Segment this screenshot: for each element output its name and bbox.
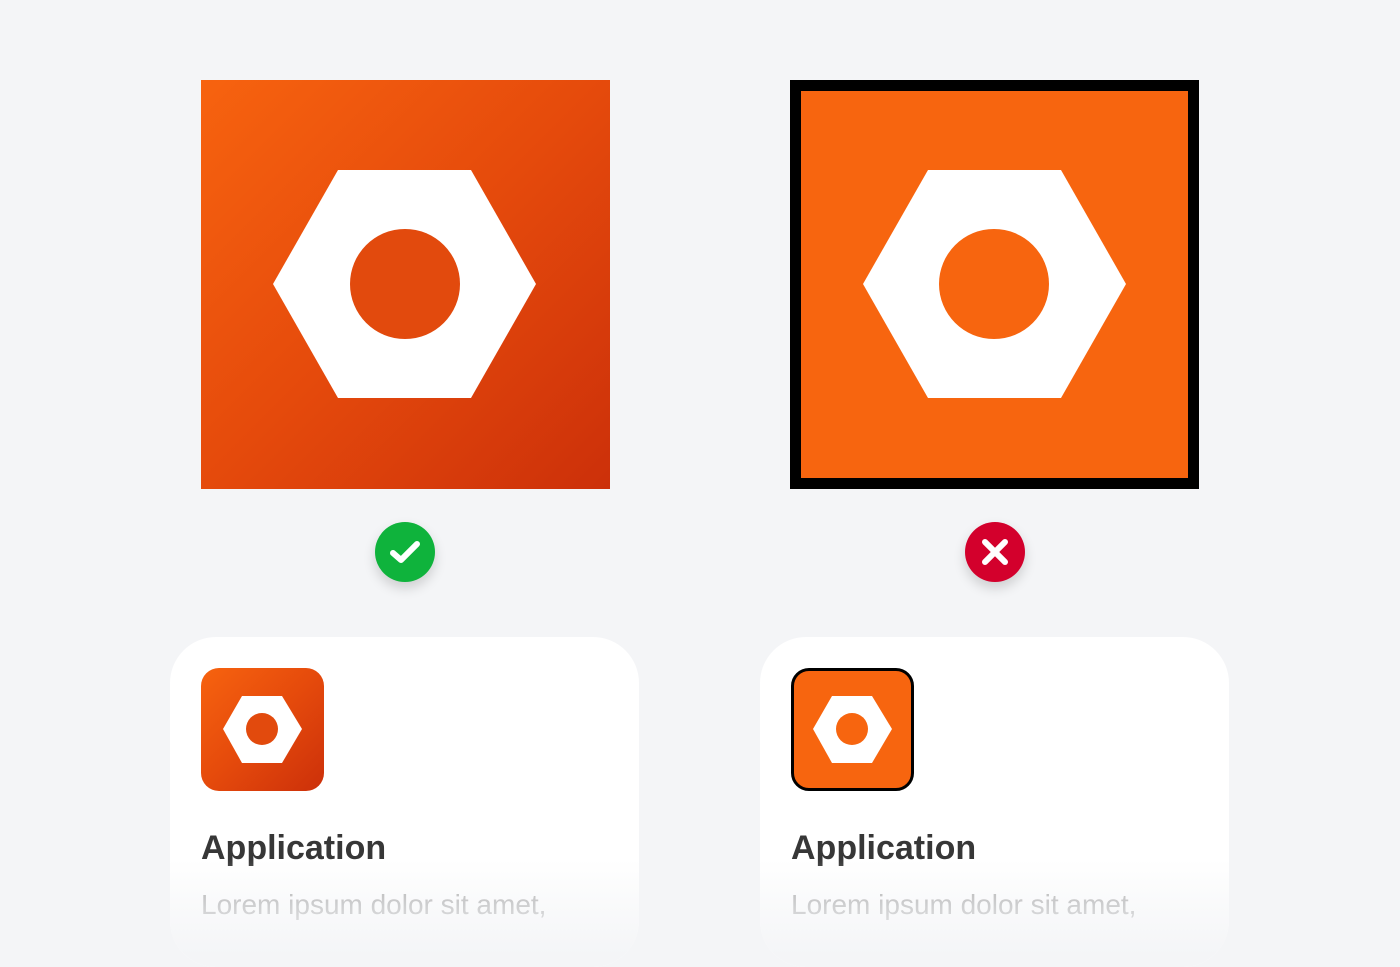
app-card-incorrect: Application Lorem ipsum dolor sit amet,: [760, 637, 1229, 967]
cross-icon: [982, 539, 1008, 565]
success-badge: [375, 522, 435, 582]
app-title: Application: [791, 829, 977, 867]
hex-nut-icon: [273, 170, 536, 398]
app-description: Lorem ipsum dolor sit amet,: [201, 889, 547, 920]
large-app-icon-incorrect: [790, 80, 1199, 489]
error-badge: [965, 522, 1025, 582]
app-card-correct: Application Lorem ipsum dolor sit amet,: [170, 637, 639, 967]
app-description: Lorem ipsum dolor sit amet,: [791, 889, 1137, 920]
small-app-icon: [791, 668, 914, 791]
large-app-icon-correct: [201, 80, 610, 489]
hex-nut-icon: [223, 696, 302, 763]
hex-nut-icon: [863, 170, 1126, 398]
hex-nut-icon: [813, 696, 892, 763]
app-title: Application: [201, 829, 387, 867]
checkmark-icon: [390, 541, 420, 563]
small-app-icon: [201, 668, 324, 791]
